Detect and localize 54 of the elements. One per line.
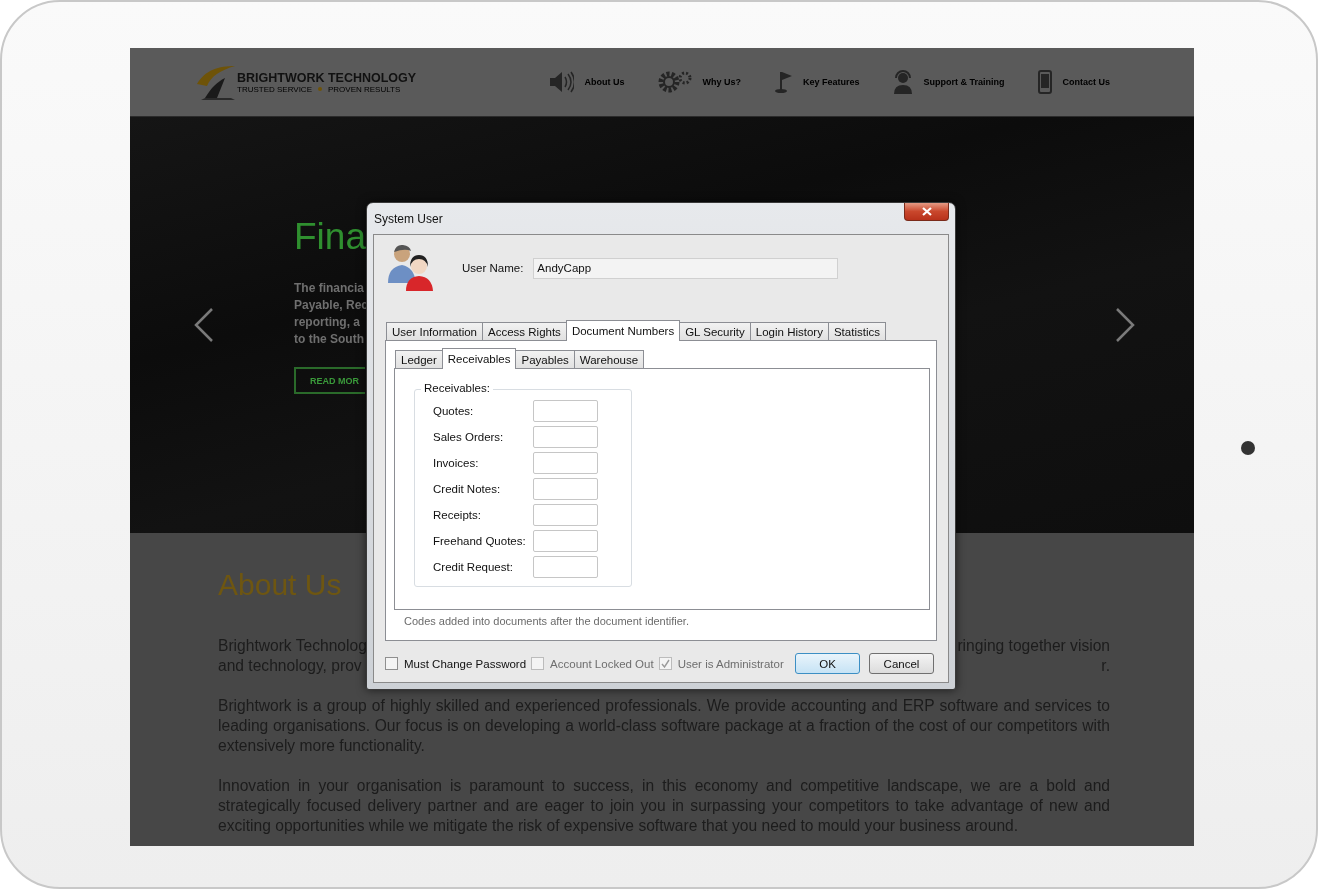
field-label: Receipts:: [433, 509, 482, 521]
camera-dot: [1241, 441, 1255, 455]
dialog-button[interactable]: OK: [795, 653, 860, 674]
checkbox-label: User is Administrator: [677, 657, 784, 670]
tagline-text: PROVEN RESULTS: [328, 84, 401, 94]
tab[interactable]: Login History: [749, 322, 829, 340]
tab[interactable]: Warehouse: [573, 350, 645, 368]
hero-heading: Fina: [294, 215, 366, 259]
headset-person-icon: [893, 70, 914, 94]
input-field[interactable]: [533, 400, 598, 422]
hero-text-line: reporting, a: [294, 314, 360, 331]
brand-name: BRIGHTWORK TECHNOLOGY: [237, 70, 417, 85]
user-name-field[interactable]: AndyCapp: [533, 257, 839, 279]
input-field[interactable]: [533, 426, 598, 448]
field-label: Sales Orders:: [433, 431, 505, 443]
flag-icon: [774, 70, 793, 94]
tab[interactable]: Receivables: [441, 348, 517, 369]
close-icon: [921, 207, 932, 216]
field-label: Quotes:: [433, 405, 475, 417]
tab[interactable]: Payables: [515, 350, 575, 368]
checkbox[interactable]: [385, 657, 398, 670]
phone-icon: [1038, 70, 1053, 94]
input-field[interactable]: [533, 504, 598, 526]
dot-icon: [318, 87, 322, 91]
dialog-button[interactable]: Cancel: [869, 653, 934, 674]
hero-text-line: The financia: [294, 280, 364, 297]
checkbox-label: Account Locked Out: [550, 657, 654, 670]
tab[interactable]: Ledger: [395, 350, 443, 368]
tab[interactable]: Document Numbers: [565, 320, 681, 341]
tab[interactable]: GL Security: [679, 322, 751, 340]
hint-text: Codes added into documents after the document identifier.: [404, 615, 690, 627]
input-field[interactable]: [533, 530, 598, 552]
close-button[interactable]: [904, 203, 949, 221]
field-label: Credit Notes:: [433, 483, 502, 495]
gears-icon: [658, 70, 693, 94]
group-title: Receivables:: [421, 382, 493, 394]
checkbox-label: Must Change Password: [404, 657, 527, 670]
tab[interactable]: Statistics: [827, 322, 886, 340]
hero-text-line: Payable, Rec: [294, 297, 369, 314]
input-field[interactable]: [533, 556, 598, 578]
user-name-label: User Name:: [462, 262, 524, 274]
input-field[interactable]: [533, 478, 598, 500]
window-title: System User: [374, 212, 443, 226]
field-label: Freehand Quotes:: [433, 535, 527, 547]
tab[interactable]: Access Rights: [482, 322, 567, 340]
users-icon: [386, 243, 436, 293]
field-label: Invoices:: [433, 457, 480, 469]
input-field[interactable]: [533, 452, 598, 474]
tagline-text: TRUSTED SERVICE: [237, 84, 312, 94]
hero-text-line: to the South: [294, 331, 364, 348]
field-label: Credit Request:: [433, 561, 514, 573]
speaker-icon: [549, 71, 575, 93]
read-more-button[interactable]: READ MOR: [294, 367, 365, 394]
tab[interactable]: User Information: [386, 322, 483, 340]
